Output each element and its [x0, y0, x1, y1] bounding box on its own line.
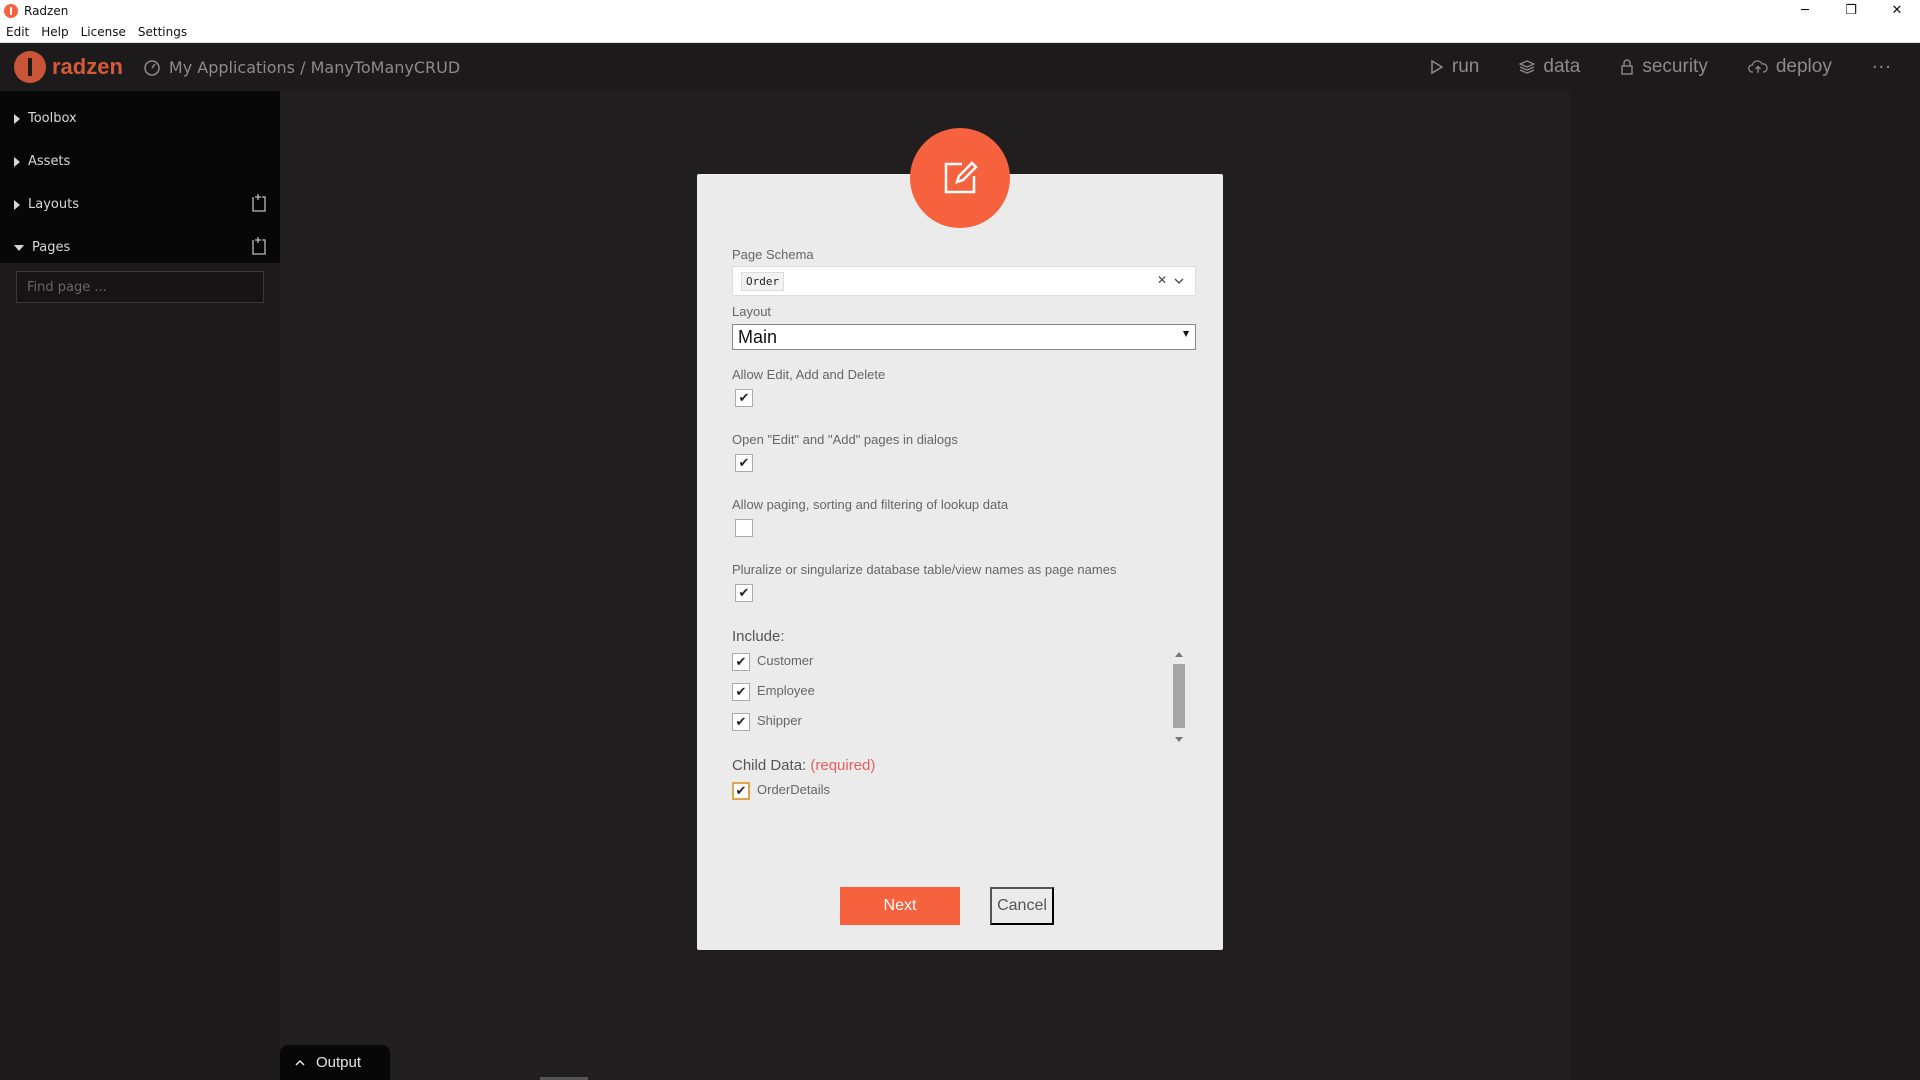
include-label: Include: — [732, 628, 785, 645]
sidebar-sections: Toolbox Assets Layouts Pages — [0, 91, 280, 263]
window-title: Radzen — [24, 3, 69, 18]
window-controls: ─ ❐ ✕ — [1782, 0, 1920, 21]
minimize-button[interactable]: ─ — [1782, 0, 1828, 21]
layout-value: Main — [738, 326, 778, 347]
sidebar-item-label: Pages — [32, 240, 71, 255]
data-label: data — [1543, 56, 1581, 77]
radzen-app-icon — [4, 3, 18, 18]
deploy-label: deploy — [1775, 56, 1832, 77]
cloud-upload-icon — [1747, 60, 1768, 73]
menu-license[interactable]: License — [75, 25, 132, 39]
menu-settings[interactable]: Settings — [132, 25, 193, 39]
option-label: Allow paging, sorting and filtering of l… — [732, 497, 1009, 512]
include-shipper-checkbox[interactable] — [732, 713, 750, 731]
sidebar-item-label: Layouts — [28, 197, 79, 212]
security-button[interactable]: security — [1620, 56, 1708, 78]
page-schema-label: Page Schema — [732, 247, 814, 262]
properties-panel — [1570, 91, 1920, 1080]
dropdown-arrow-icon — [1183, 331, 1189, 337]
sidebar-item-layouts[interactable]: Layouts — [0, 183, 280, 226]
page-schema-select[interactable]: Order ✕ — [732, 266, 1196, 296]
child-item-label: OrderDetails — [757, 782, 830, 797]
cancel-button[interactable]: Cancel — [990, 887, 1054, 925]
radzen-logo-icon — [14, 51, 46, 83]
app-header: radzen My Applications / ManyToManyCRUD … — [0, 43, 1920, 91]
sidebar-item-pages[interactable]: Pages — [0, 226, 280, 269]
lock-icon — [1621, 59, 1634, 75]
include-item-label: Employee — [757, 683, 815, 698]
output-label: Output — [316, 1054, 362, 1071]
output-tab[interactable]: Output — [280, 1045, 390, 1080]
dashboard-icon — [144, 60, 160, 76]
scroll-thumb[interactable] — [1173, 664, 1185, 728]
sidebar-item-toolbox[interactable]: Toolbox — [0, 97, 280, 140]
layout-select[interactable]: Main — [732, 324, 1196, 350]
sidebar-item-label: Toolbox — [28, 111, 77, 126]
include-item-label: Shipper — [757, 713, 802, 728]
data-button[interactable]: data — [1519, 56, 1580, 78]
sidebar-item-label: Assets — [28, 154, 71, 169]
allow-edit-checkbox[interactable] — [735, 389, 753, 407]
scroll-up-icon[interactable] — [1175, 652, 1183, 657]
pluralize-checkbox[interactable] — [735, 584, 753, 602]
include-item-label: Customer — [757, 653, 814, 668]
sidebar-item-assets[interactable]: Assets — [0, 140, 280, 183]
play-icon — [1431, 59, 1444, 75]
run-label: run — [1451, 56, 1480, 77]
option-label: Pluralize or singularize database table/… — [732, 562, 1117, 577]
layout-label: Layout — [732, 304, 772, 319]
caret-down-icon — [14, 244, 24, 251]
edit-icon — [910, 128, 1010, 228]
caret-right-icon — [14, 113, 20, 124]
lookup-paging-checkbox[interactable] — [735, 519, 753, 537]
security-label: security — [1642, 56, 1708, 77]
find-page-input[interactable] — [16, 271, 264, 303]
required-label: (required) — [810, 757, 876, 774]
close-window-button[interactable]: ✕ — [1874, 0, 1920, 21]
add-layout-icon[interactable] — [250, 193, 268, 213]
open-in-dialogs-checkbox[interactable] — [735, 454, 753, 472]
restore-button[interactable]: ❐ — [1828, 0, 1874, 21]
menu-bar: Edit Help License Settings — [0, 21, 1920, 43]
chevron-up-icon — [295, 1059, 305, 1066]
next-button[interactable]: Next — [840, 887, 960, 925]
sidebar: Toolbox Assets Layouts Pages — [0, 91, 280, 1080]
header-actions: run data security deploy ··· — [1430, 43, 1920, 91]
menu-help[interactable]: Help — [35, 25, 74, 39]
logo-text: radzen — [52, 54, 123, 79]
scroll-down-icon[interactable] — [1175, 737, 1183, 742]
option-label: Allow Edit, Add and Delete — [732, 367, 886, 382]
caret-right-icon — [14, 156, 20, 167]
caret-right-icon — [14, 199, 20, 210]
title-bar: Radzen ─ ❐ ✕ — [0, 0, 1920, 21]
schema-chip: Order — [741, 271, 785, 291]
include-customer-checkbox[interactable] — [732, 653, 750, 671]
include-employee-checkbox[interactable] — [732, 683, 750, 701]
add-page-icon[interactable] — [250, 236, 268, 256]
more-options-icon[interactable]: ··· — [1872, 57, 1892, 78]
clear-icon[interactable]: ✕ — [1157, 273, 1167, 287]
layers-icon — [1519, 60, 1536, 74]
child-data-label: Child Data: (required) — [732, 757, 875, 774]
menu-edit[interactable]: Edit — [0, 25, 35, 39]
option-label: Open "Edit" and "Add" pages in dialogs — [732, 432, 958, 447]
include-list-scrollbar[interactable] — [1172, 648, 1186, 746]
run-button[interactable]: run — [1430, 56, 1479, 78]
child-orderdetails-checkbox[interactable] — [732, 782, 750, 800]
radzen-logo[interactable]: radzen — [14, 51, 123, 83]
edit-glyph-icon — [944, 161, 978, 194]
deploy-button[interactable]: deploy — [1747, 56, 1832, 78]
child-data-text: Child Data: — [732, 757, 807, 774]
chevron-down-icon[interactable] — [1173, 273, 1185, 289]
breadcrumb[interactable]: My Applications / ManyToManyCRUD — [143, 58, 460, 77]
breadcrumb-text: My Applications / ManyToManyCRUD — [168, 57, 461, 77]
